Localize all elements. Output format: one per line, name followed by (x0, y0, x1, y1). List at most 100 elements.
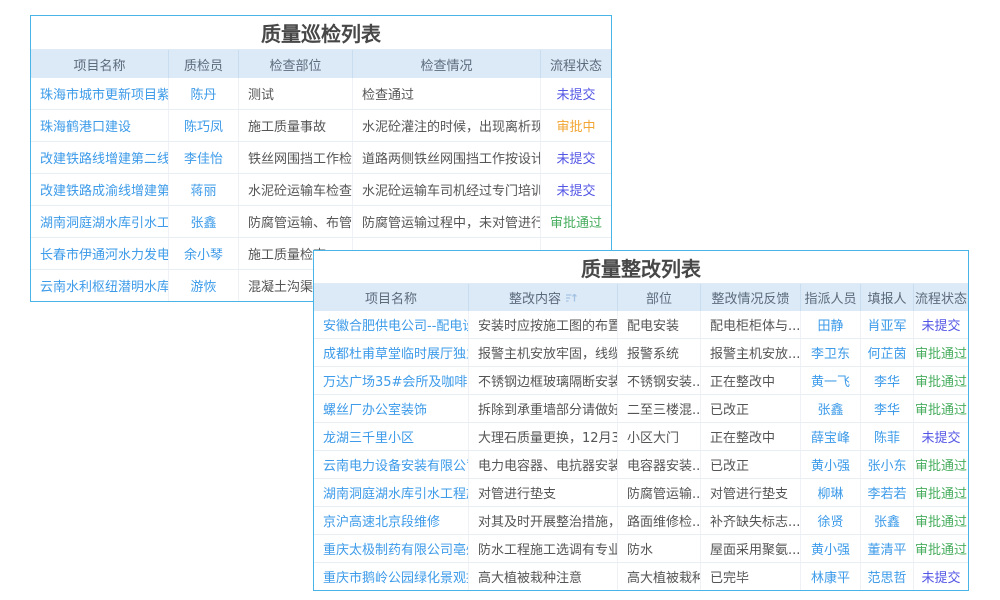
cell-project-name[interactable]: 安徽合肥供电公司--配电设备... (314, 311, 469, 338)
cell-rectify-content-text: 拆除到承重墙部分请做好加固... (478, 399, 618, 418)
cell-project-name[interactable]: 珠海鹤港口建设 (31, 110, 169, 141)
cell-inspector[interactable]: 余小琴 (169, 238, 239, 269)
cell-rectify-feedback: 已完毕 (701, 563, 801, 590)
cell-assignee[interactable]: 黄一飞 (801, 367, 861, 394)
cell-assignee[interactable]: 李卫东 (801, 339, 861, 366)
cell-inspection-result: 道路两侧铁丝网围挡工作按设计... (353, 142, 541, 173)
table-row: 重庆市鹅岭公园绿化景观提升...高大植被栽种注意高大植被栽种已完毕林康平范思哲未… (314, 562, 968, 590)
cell-assignee[interactable]: 徐贤 (801, 507, 861, 534)
cell-project-name[interactable]: 改建铁路线增建第二线... (31, 142, 169, 173)
cell-assignee[interactable]: 黄小强 (801, 451, 861, 478)
cell-assignee[interactable]: 张鑫 (801, 395, 861, 422)
cell-inspector[interactable]: 陈丹 (169, 78, 239, 109)
table-title: 质量整改列表 (314, 251, 968, 284)
column-header-project-name: 项目名称 (31, 50, 169, 78)
cell-project-name[interactable]: 万达广场35#会所及咖啡厅空... (314, 367, 469, 394)
cell-process-status: 审批通过 (914, 367, 968, 394)
cell-project-name[interactable]: 龙湖三千里小区 (314, 423, 469, 450)
cell-process-status: 审批中 (541, 110, 611, 141)
cell-rectify-content-text: 大理石质量更换，12月31日之... (478, 427, 618, 446)
cell-project-name[interactable]: 长春市伊通河水力发电... (31, 238, 169, 269)
cell-process-status: 审批通过 (914, 479, 968, 506)
cell-project-name[interactable]: 螺丝厂办公室装饰 (314, 395, 469, 422)
cell-reporter[interactable]: 董清平 (861, 535, 914, 562)
cell-inspection-result-text: 检查通过 (362, 84, 414, 103)
cell-project-name[interactable]: 改建铁路成渝线增建第... (31, 174, 169, 205)
cell-project-name[interactable]: 湖南洞庭湖水库引水工... (31, 206, 169, 237)
cell-inspector[interactable]: 陈巧凤 (169, 110, 239, 141)
cell-assignee[interactable]: 田静 (801, 311, 861, 338)
cell-project-name[interactable]: 重庆市鹅岭公园绿化景观提升... (314, 563, 469, 590)
cell-reporter-text: 李华 (874, 371, 900, 390)
cell-reporter[interactable]: 张小东 (861, 451, 914, 478)
cell-project-name-text: 万达广场35#会所及咖啡厅空... (323, 371, 469, 390)
cell-process-status-text: 审批通过 (915, 371, 967, 390)
quality-rectification-panel: 质量整改列表 项目名称整改内容部位整改情况反馈指派人员填报人流程状态 安徽合肥供… (313, 250, 969, 591)
table-row: 改建铁路线增建第二线...李佳怡铁丝网围挡工作检查道路两侧铁丝网围挡工作按设计.… (31, 141, 611, 173)
cell-inspector[interactable]: 蒋丽 (169, 174, 239, 205)
column-header-reporter: 填报人 (861, 284, 914, 311)
cell-project-name-text: 珠海市城市更新项目紫... (40, 84, 169, 103)
cell-project-name-text: 京沪高速北京段维修 (323, 511, 440, 530)
cell-inspector-text: 余小琴 (184, 244, 223, 263)
cell-reporter[interactable]: 李华 (861, 367, 914, 394)
cell-inspection-result: 水泥砼运输车司机经过专门培训... (353, 174, 541, 205)
cell-inspection-result: 水泥砼灌注的时候，出现离析现象 (353, 110, 541, 141)
cell-process-status: 未提交 (914, 563, 968, 590)
cell-rectify-content: 报警主机安放牢固，线缆连接... (469, 339, 618, 366)
cell-assignee[interactable]: 林康平 (801, 563, 861, 590)
column-header-label: 填报人 (867, 288, 906, 307)
cell-inspection-part-text: 水泥砼运输车检查 (248, 180, 352, 199)
column-header-label: 部位 (646, 288, 672, 307)
cell-reporter[interactable]: 范思哲 (861, 563, 914, 590)
cell-inspector-text: 游恢 (190, 276, 216, 295)
cell-process-status-text: 审批通过 (915, 399, 967, 418)
cell-project-name[interactable]: 成都杜甫草堂临时展厅独立展... (314, 339, 469, 366)
cell-project-name[interactable]: 重庆太极制药有限公司亳州中... (314, 535, 469, 562)
table-row: 成都杜甫草堂临时展厅独立展...报警主机安放牢固，线缆连接...报警系统报警主机… (314, 338, 968, 366)
cell-assignee[interactable]: 黄小强 (801, 535, 861, 562)
column-header-label: 整改情况反馈 (711, 288, 789, 307)
cell-reporter-text: 张鑫 (874, 511, 900, 530)
cell-inspector-text: 蒋丽 (190, 180, 216, 199)
cell-rectify-content: 高大植被栽种注意 (469, 563, 618, 590)
cell-project-name[interactable]: 湖南洞庭湖水库引水工程施工标 (314, 479, 469, 506)
cell-reporter[interactable]: 陈菲 (861, 423, 914, 450)
cell-rectify-feedback-text: 补齐缺失标志... (710, 511, 800, 530)
cell-inspector[interactable]: 游恢 (169, 270, 239, 301)
cell-reporter[interactable]: 李华 (861, 395, 914, 422)
cell-process-status-text: 未提交 (921, 315, 960, 334)
cell-reporter[interactable]: 张鑫 (861, 507, 914, 534)
cell-reporter[interactable]: 何芷茵 (861, 339, 914, 366)
cell-assignee-text: 黄小强 (811, 539, 850, 558)
table-header-row: 项目名称整改内容部位整改情况反馈指派人员填报人流程状态 (314, 284, 968, 311)
cell-part: 防腐管运输... (618, 479, 701, 506)
cell-inspection-part-text: 测试 (248, 84, 274, 103)
cell-reporter[interactable]: 李若若 (861, 479, 914, 506)
cell-rectify-feedback-text: 配电柜柜体与... (710, 315, 800, 334)
cell-assignee[interactable]: 薛宝峰 (801, 423, 861, 450)
cell-project-name[interactable]: 云南电力设备安装有限公司20... (314, 451, 469, 478)
cell-project-name[interactable]: 珠海市城市更新项目紫... (31, 78, 169, 109)
cell-inspector[interactable]: 李佳怡 (169, 142, 239, 173)
column-header-inspector: 质检员 (169, 50, 239, 78)
table-row: 万达广场35#会所及咖啡厅空...不锈钢边框玻璃隔断安装不牢...不锈钢安装..… (314, 366, 968, 394)
cell-reporter[interactable]: 肖亚军 (861, 311, 914, 338)
cell-inspector[interactable]: 张鑫 (169, 206, 239, 237)
column-header-inspection-part: 检查部位 (239, 50, 353, 78)
cell-part-text: 小区大门 (627, 427, 679, 446)
column-header-label: 项目名称 (73, 55, 125, 74)
cell-project-name[interactable]: 京沪高速北京段维修 (314, 507, 469, 534)
cell-inspector-text: 李佳怡 (184, 148, 223, 167)
cell-assignee[interactable]: 柳琳 (801, 479, 861, 506)
cell-project-name[interactable]: 云南水利枢纽潜明水库... (31, 270, 169, 301)
table-row: 珠海市城市更新项目紫...陈丹测试检查通过未提交 (31, 78, 611, 109)
column-header-rectify-content[interactable]: 整改内容 (469, 284, 618, 311)
cell-assignee-text: 李卫东 (811, 343, 850, 362)
sort-icon (565, 292, 577, 304)
cell-part: 小区大门 (618, 423, 701, 450)
cell-process-status-text: 审批中 (556, 116, 595, 135)
table-row: 京沪高速北京段维修对其及时开展整治措施，桥头...路面维修检...补齐缺失标志.… (314, 506, 968, 534)
cell-assignee-text: 林康平 (811, 567, 850, 586)
cell-rectify-content: 防水工程施工选调有专业资质... (469, 535, 618, 562)
